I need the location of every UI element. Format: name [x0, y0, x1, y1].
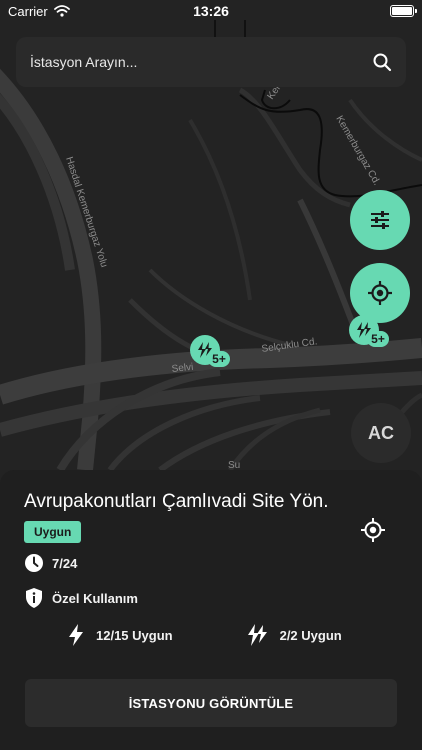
status-bar: Carrier 13:26: [0, 0, 422, 22]
clock: 13:26: [193, 3, 229, 19]
connector-summary: 12/15 Uygun 2/2 Uygun: [24, 623, 398, 647]
wifi-icon: [53, 5, 70, 17]
navigate-to-station-icon[interactable]: [360, 517, 386, 543]
ac-filter-button[interactable]: AC: [351, 403, 411, 463]
sliders-icon: [371, 211, 389, 229]
locate-me-button[interactable]: [350, 263, 410, 323]
carrier-label: Carrier: [8, 3, 48, 19]
bolt-icon: [69, 624, 83, 646]
view-station-button[interactable]: İSTASYONU GÖRÜNTÜLE: [25, 679, 397, 727]
clock-icon: [25, 554, 43, 572]
battery-level: [392, 7, 412, 15]
battery-icon: [390, 5, 417, 17]
connector-dc: 12/15 Uygun: [66, 623, 173, 647]
connector-availability: 2/2 Uygun: [279, 627, 342, 643]
search-icon[interactable]: [372, 52, 392, 72]
marker-count-badge: 5+: [367, 331, 389, 347]
search-input[interactable]: [30, 54, 372, 70]
double-bolt-icon: [247, 624, 267, 646]
access-row: Özel Kullanım: [24, 587, 398, 609]
hours-row: 7/24: [24, 553, 398, 573]
filter-button[interactable]: [350, 190, 410, 250]
opening-hours: 7/24: [52, 555, 78, 571]
connector-availability: 12/15 Uygun: [96, 627, 173, 643]
station-detail-sheet: Avrupakonutları Çamlıvadi Site Yön. Uygu…: [0, 470, 422, 750]
station-name: Avrupakonutları Çamlıvadi Site Yön.: [24, 491, 329, 512]
station-marker[interactable]: 5+: [190, 335, 230, 367]
road-label-kemerburgaz: Kemerburgaz Cd.: [333, 114, 382, 187]
crosshair-icon: [368, 281, 392, 305]
shield-info-icon: [26, 588, 42, 608]
marker-count-badge: 5+: [208, 351, 230, 367]
access-type: Özel Kullanım: [52, 590, 138, 606]
status-badge: Uygun: [24, 521, 82, 543]
search-bar[interactable]: [16, 37, 406, 87]
connector-ac: 2/2 Uygun: [246, 623, 342, 647]
